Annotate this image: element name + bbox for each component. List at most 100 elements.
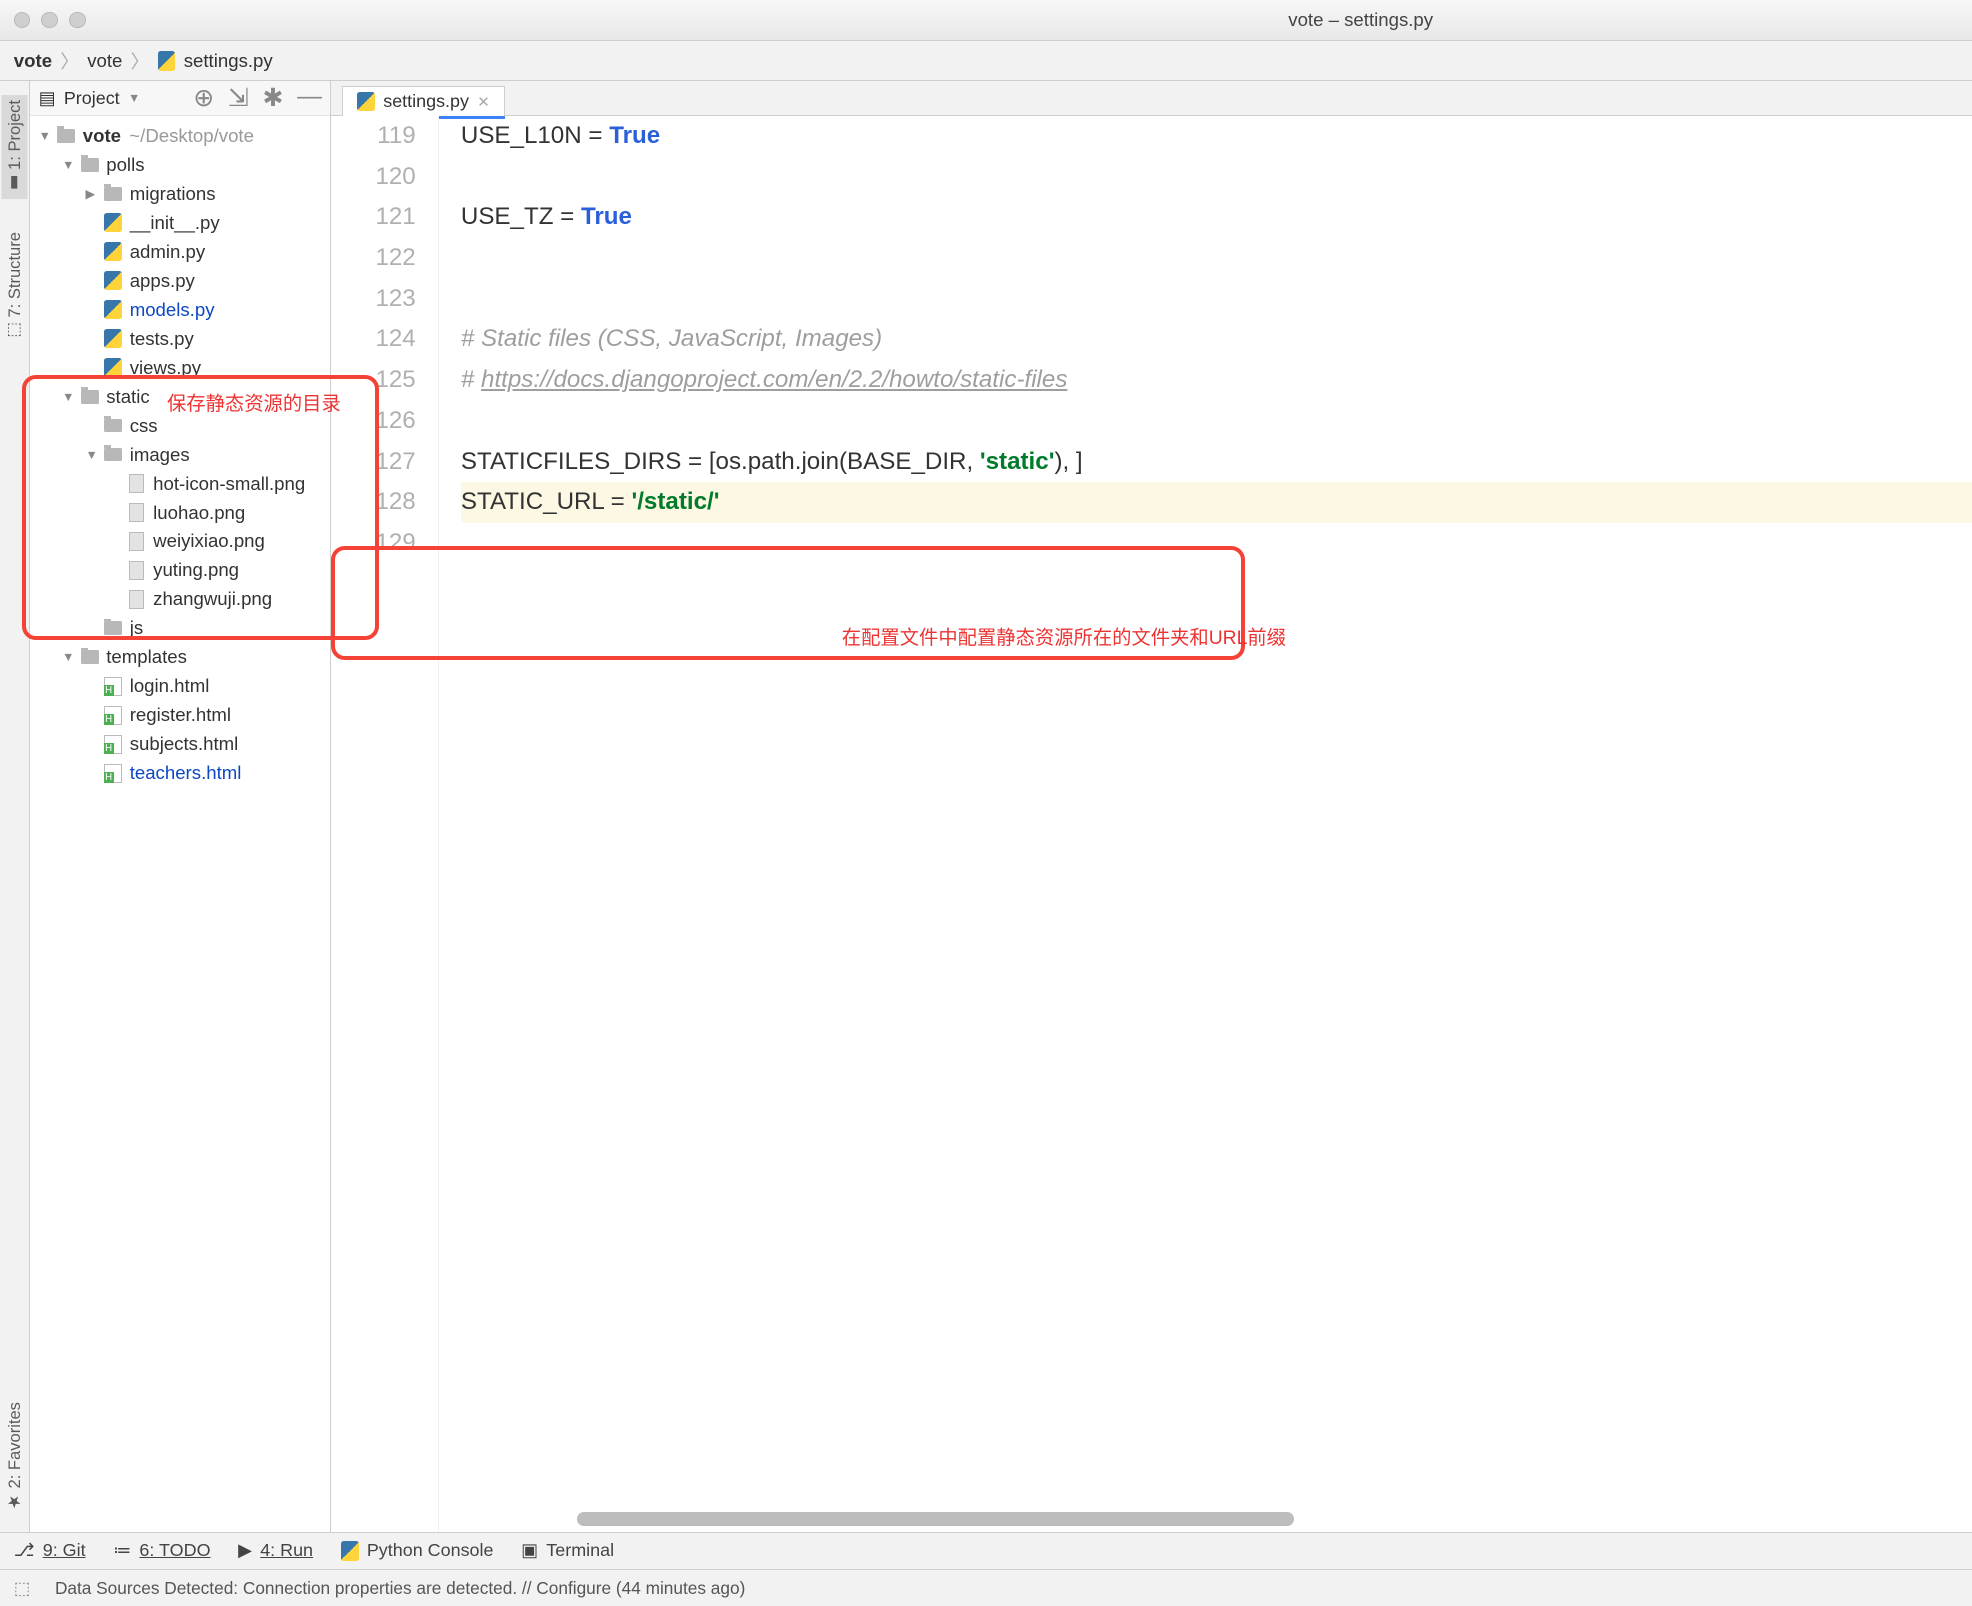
- window-title: vote – settings.py: [0, 9, 1972, 31]
- code-line[interactable]: [461, 157, 1972, 198]
- breadcrumb[interactable]: vote 〉 vote 〉 settings.py: [14, 47, 273, 74]
- tree-item[interactable]: teachers.html: [30, 759, 330, 788]
- tree-item-label: migrations: [130, 183, 216, 205]
- bottom-tool-window-bar: ⎇ 9: Git ≔ 6: TODO ▶ 4: Run Python Conso…: [0, 1532, 1972, 1569]
- tree-item-label: views.py: [130, 357, 201, 379]
- file-icon: [126, 530, 148, 552]
- breadcrumb-item[interactable]: vote: [87, 50, 122, 72]
- expand-all-icon[interactable]: ⇲: [228, 83, 249, 113]
- tree-item[interactable]: luohao.png: [30, 498, 330, 527]
- tree-item-label: hot-icon-small.png: [153, 473, 305, 495]
- folder-icon: [79, 646, 101, 668]
- tree-item[interactable]: ▼polls: [30, 150, 330, 179]
- tree-item-label: tests.py: [130, 328, 194, 350]
- tree-item-label: weiyixiao.png: [153, 530, 265, 552]
- code-editor[interactable]: 119120121122123124125126127128129 USE_L1…: [331, 116, 1972, 1532]
- folder-icon: [79, 154, 101, 176]
- tree-item[interactable]: login.html: [30, 672, 330, 701]
- folder-icon: [102, 415, 124, 437]
- annotation-text-tree: 保存静态资源的目录: [167, 388, 341, 416]
- python-file-icon: [102, 212, 124, 234]
- tree-item-label: images: [130, 444, 190, 466]
- project-panel: ▤Project▼ ⊕ ⇲ ✱ — ▼vote~/Desktop/vote▼po…: [30, 81, 331, 1531]
- sidebar-tab-favorites[interactable]: ★2: Favorites: [2, 1397, 28, 1518]
- tool-python-console[interactable]: Python Console: [341, 1540, 494, 1561]
- code-line[interactable]: ⊖# Static files (CSS, JavaScript, Images…: [461, 319, 1972, 360]
- sidebar-tab-structure[interactable]: ⬚7: Structure: [2, 227, 28, 347]
- file-icon: [126, 559, 148, 581]
- tab-settings[interactable]: settings.py ✕: [342, 86, 505, 116]
- tree-item[interactable]: weiyixiao.png: [30, 527, 330, 556]
- code-line[interactable]: [461, 279, 1972, 320]
- tree-item[interactable]: __init__.py: [30, 208, 330, 237]
- sidebar-tab-project[interactable]: ▮1: Project: [2, 95, 28, 199]
- hide-icon[interactable]: —: [297, 83, 322, 113]
- tool-todo[interactable]: ≔ 6: TODO: [113, 1540, 210, 1561]
- select-opened-icon[interactable]: ⊕: [193, 83, 214, 113]
- horizontal-scrollbar[interactable]: [577, 1512, 1972, 1526]
- panel-title[interactable]: ▤Project▼: [39, 88, 141, 109]
- left-tool-tabs: ▮1: Project ⬚7: Structure ★2: Favorites: [0, 81, 30, 1531]
- python-icon: [341, 1541, 359, 1560]
- file-icon: [126, 501, 148, 523]
- tree-item[interactable]: models.py: [30, 295, 330, 324]
- tree-item-label: models.py: [130, 299, 215, 321]
- tree-item[interactable]: yuting.png: [30, 556, 330, 585]
- zoom-window[interactable]: [69, 12, 86, 29]
- tree-item-label: templates: [106, 646, 187, 668]
- tree-item[interactable]: ▼vote~/Desktop/vote: [30, 121, 330, 150]
- tree-item[interactable]: tests.py: [30, 324, 330, 353]
- settings-icon[interactable]: ✱: [262, 83, 283, 113]
- folder-icon: [102, 183, 124, 205]
- folder-icon: [102, 444, 124, 466]
- tree-item-label: js: [130, 617, 143, 639]
- breadcrumb-item[interactable]: vote: [14, 50, 52, 72]
- tool-windows-icon[interactable]: ⬚: [14, 1578, 30, 1599]
- editor-tabs: settings.py ✕: [331, 81, 1972, 116]
- tree-item[interactable]: ▼templates: [30, 643, 330, 672]
- code-line[interactable]: [461, 238, 1972, 279]
- tree-item[interactable]: hot-icon-small.png: [30, 469, 330, 498]
- close-window[interactable]: [14, 12, 31, 29]
- folder-icon: [79, 386, 101, 408]
- python-file-icon: [102, 328, 124, 350]
- code-line[interactable]: USE_TZ = True: [461, 197, 1972, 238]
- tree-item[interactable]: admin.py: [30, 237, 330, 266]
- python-file-icon: [158, 51, 176, 70]
- tree-item-label: __init__.py: [130, 212, 220, 234]
- tree-item[interactable]: js: [30, 614, 330, 643]
- close-icon[interactable]: ✕: [477, 93, 490, 111]
- tool-terminal[interactable]: ▣ Terminal: [521, 1540, 614, 1561]
- code-line[interactable]: STATICFILES_DIRS = [os.path.join(BASE_DI…: [461, 442, 1972, 483]
- tool-run[interactable]: ▶ 4: Run: [238, 1540, 313, 1561]
- python-file-icon: [102, 270, 124, 292]
- tree-item-label: apps.py: [130, 270, 195, 292]
- project-tree[interactable]: ▼vote~/Desktop/vote▼polls▶migrations __in…: [30, 116, 330, 1532]
- tree-item-label: static: [106, 386, 149, 408]
- tree-item[interactable]: apps.py: [30, 266, 330, 295]
- tree-item[interactable]: register.html: [30, 701, 330, 730]
- html-file-icon: [102, 675, 124, 697]
- tree-item-label: yuting.png: [153, 559, 239, 581]
- code-line[interactable]: USE_L10N = True: [461, 116, 1972, 157]
- tree-item[interactable]: views.py: [30, 353, 330, 382]
- tree-item[interactable]: subjects.html: [30, 730, 330, 759]
- code-line[interactable]: STATIC_URL = '/static/': [461, 482, 1972, 523]
- python-file-icon: [102, 241, 124, 263]
- tree-item[interactable]: ▶migrations: [30, 179, 330, 208]
- tree-item-label: vote: [83, 125, 121, 147]
- folder-icon: [102, 617, 124, 639]
- tree-item[interactable]: ▼images: [30, 440, 330, 469]
- html-file-icon: [102, 704, 124, 726]
- status-message[interactable]: Data Sources Detected: Connection proper…: [55, 1578, 745, 1599]
- tree-item[interactable]: zhangwuji.png: [30, 585, 330, 614]
- tree-item-label: zhangwuji.png: [153, 588, 272, 610]
- code-line[interactable]: ⊖# https://docs.djangoproject.com/en/2.2…: [461, 360, 1972, 401]
- python-file-icon: [102, 357, 124, 379]
- breadcrumb-item[interactable]: settings.py: [184, 50, 273, 72]
- html-file-icon: [102, 733, 124, 755]
- minimize-window[interactable]: [41, 12, 58, 29]
- code-line[interactable]: [461, 401, 1972, 442]
- code-line[interactable]: [461, 523, 1972, 564]
- tool-git[interactable]: ⎇ 9: Git: [14, 1540, 86, 1561]
